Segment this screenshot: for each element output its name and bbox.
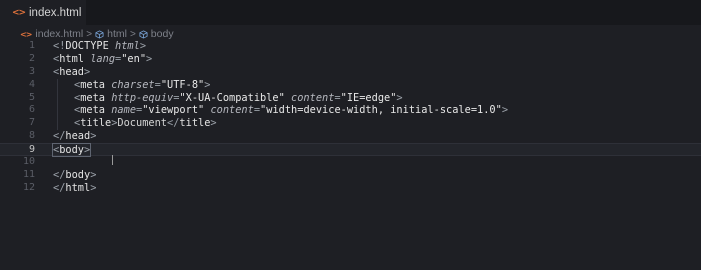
element-cube-icon [139, 29, 148, 39]
code-text: <meta name="viewport" content="width=dev… [74, 104, 509, 117]
line-number: 1 [28, 40, 35, 51]
code-line[interactable]: 11 </body> [0, 169, 701, 182]
code-line[interactable]: 5 <meta http-equiv="X-UA-Compatible" cont… [0, 91, 701, 105]
breadcrumb-file[interactable]: index.html [35, 28, 83, 40]
tab-label: index.html [29, 6, 82, 19]
line-number: 6 [28, 104, 35, 116]
line-number: 8 [28, 130, 35, 142]
line-number: 12 [22, 181, 35, 193]
code-line[interactable]: 6 <meta name="viewport" content="width=de… [0, 104, 701, 118]
code-line[interactable]: 3 <head> [0, 66, 701, 79]
indent-guide [57, 117, 58, 131]
breadcrumb: <> index.html > html > body [20, 27, 174, 41]
code-text: </body> [53, 168, 97, 181]
chevron-right-icon: > [129, 28, 136, 40]
code-text: <!DOCTYPE html> [53, 40, 147, 52]
code-text: </html> [53, 181, 97, 194]
code-line[interactable]: 2 <html lang="en"> [0, 53, 701, 66]
tab-bar: <> index.html [0, 0, 701, 25]
code-area[interactable]: 1 <!DOCTYPE html> 2 <html lang="en"> 3 <head>… [0, 40, 701, 195]
line-number: 2 [28, 52, 35, 64]
code-editor: <> index.html <> index.html > html > bod… [0, 0, 701, 270]
indent-guide [57, 104, 58, 118]
line-number: 3 [28, 65, 35, 77]
code-line[interactable]: 1 <!DOCTYPE html> [0, 40, 701, 53]
code-line[interactable]: 12 </html> [0, 182, 701, 195]
code-text: <html lang="en"> [53, 52, 153, 65]
code-line[interactable]: 4 <meta charset="UTF-8"> [0, 78, 701, 92]
chevron-right-icon: > [86, 28, 93, 40]
html-file-icon: <> [20, 29, 32, 39]
code-text: <meta http-equiv="X-UA-Compatible" conte… [74, 91, 403, 104]
text-caret [90, 144, 92, 155]
code-text: <head> [53, 65, 91, 78]
breadcrumb-item-body[interactable]: body [151, 28, 174, 40]
code-line[interactable]: 9 <body> [0, 143, 701, 158]
code-line[interactable]: 10 [0, 156, 701, 169]
code-text: </head> [53, 130, 97, 143]
element-cube-icon [95, 29, 104, 39]
code-text: <title>Document</title> [74, 117, 217, 130]
line-number: 5 [28, 91, 35, 103]
line-number: 11 [22, 168, 35, 180]
breadcrumb-item-html[interactable]: html [107, 28, 127, 40]
mouse-ibeam-cursor-icon [112, 155, 113, 165]
indent-guide [57, 91, 58, 105]
line-number: 7 [28, 117, 35, 129]
line-number: 4 [28, 78, 35, 90]
indent-guide [57, 78, 58, 92]
code-line[interactable]: 7 <title>Document</title> [0, 117, 701, 131]
code-line[interactable]: 8 </head> [0, 130, 701, 143]
code-text: <meta charset="UTF-8"> [74, 78, 211, 91]
html-file-icon: <> [12, 7, 26, 18]
tab-index-html[interactable]: <> index.html [0, 0, 86, 25]
line-number: 10 [22, 156, 35, 168]
